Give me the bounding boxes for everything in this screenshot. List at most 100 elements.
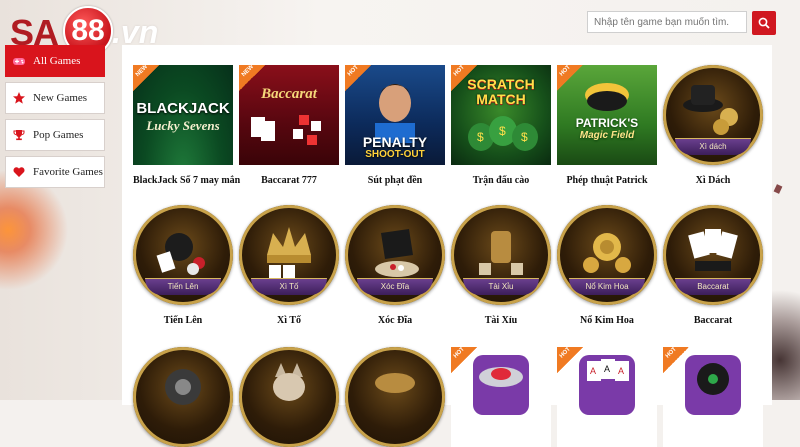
game-title: Tiến Lên — [163, 315, 203, 326]
game-thumbnail: Xì dách — [663, 65, 763, 165]
sidebar-item-label: All Games — [33, 55, 81, 67]
star-icon — [13, 92, 25, 104]
sidebar-item-label: New Games — [33, 92, 88, 104]
game-title: Sút phạt đền — [367, 175, 423, 186]
game-thumbnail: NEW Baccarat — [239, 65, 339, 165]
game-card-baccarat[interactable]: HOT Baccarat Baccarat — [663, 205, 763, 326]
game-card[interactable]: HOT — [133, 347, 233, 447]
hot-badge: HOT — [451, 65, 477, 91]
game-thumbnail: HOT — [663, 347, 763, 447]
hot-badge: HOT — [345, 65, 371, 91]
game-thumbnail: HOT — [133, 347, 233, 447]
hot-badge: HOT — [239, 205, 265, 231]
game-thumbnail: HOT Tài Xỉu — [451, 205, 551, 305]
game-title: Xóc Đĩa — [377, 315, 413, 326]
game-thumbnail: HOT PATRICK'S Magic Field — [557, 65, 657, 165]
svg-text:$: $ — [477, 130, 484, 144]
game-thumbnail: HOT Nổ Kim Hoa — [557, 205, 657, 305]
game-card-tai-xiu[interactable]: HOT Tài Xỉu Tài Xỉu — [451, 205, 551, 326]
thumbnail-subtitle: Lucky Sevens — [146, 118, 220, 133]
thumbnail-subtitle: Magic Field — [579, 130, 635, 141]
hot-badge: HOT — [451, 347, 477, 373]
game-card-xi-to[interactable]: HOT Xì Tố Xì Tố — [239, 205, 339, 326]
game-card[interactable]: HOT — [663, 347, 763, 447]
hot-badge: HOT — [133, 205, 159, 231]
sidebar-item-new-games[interactable]: New Games — [5, 82, 105, 114]
game-thumbnail: HOT A A A — [557, 347, 657, 447]
game-card[interactable]: HOT A A A — [557, 347, 657, 447]
svg-text:A: A — [618, 366, 624, 376]
hot-badge: HOT — [239, 347, 265, 373]
thumbnail-label: Tiến Lên — [145, 278, 221, 295]
hot-badge: HOT — [557, 65, 583, 91]
game-card-penalty-shootout[interactable]: HOT PENALTY SHOOT-OUT Sút phạt đền — [345, 65, 445, 186]
thumbnail-label: Xì Tố — [251, 278, 327, 295]
thumbnail-label: Nổ Kim Hoa — [569, 278, 645, 295]
thumbnail-title: BLACKJACK — [136, 100, 230, 117]
game-title: Baccarat — [693, 315, 733, 326]
game-title: Tài Xỉu — [484, 315, 518, 326]
thumbnail-label: Tài Xỉu — [463, 278, 539, 295]
game-thumbnail: HOT SCRATCH MATCH $ $ $ — [451, 65, 551, 165]
game-title: BlackJack Số 7 may mắn — [133, 175, 241, 186]
game-card-patricks-magic-field[interactable]: HOT PATRICK'S Magic Field Phép thuật Pat… — [557, 65, 657, 186]
game-title: Xì Dách — [695, 175, 731, 186]
decorative-chip — [773, 184, 783, 194]
game-card-xi-dach[interactable]: Xì dách Xì Dách — [663, 65, 763, 186]
svg-text:A: A — [604, 364, 610, 374]
svg-text:A: A — [590, 366, 596, 376]
hot-badge: HOT — [663, 205, 689, 231]
game-thumbnail: HOT Tiến Lên — [133, 205, 233, 305]
game-card[interactable]: HOT — [345, 347, 445, 447]
game-card[interactable]: HOT — [239, 347, 339, 447]
sidebar-item-favorite-games[interactable]: Favorite Games — [5, 156, 105, 188]
sidebar-item-all-games[interactable]: All Games — [5, 45, 105, 77]
thumbnail-label: Xóc Đĩa — [357, 278, 433, 295]
thumbnail-label: Baccarat — [675, 278, 751, 295]
game-thumbnail: HOT Baccarat — [663, 205, 763, 305]
game-card-blackjack-lucky-sevens[interactable]: NEW BLACKJACK Lucky Sevens BlackJack Số … — [133, 65, 241, 186]
game-thumbnail: HOT — [345, 347, 445, 447]
sidebar-item-pop-games[interactable]: Pop Games — [5, 119, 105, 151]
search-icon — [758, 17, 770, 29]
new-badge: NEW — [133, 65, 159, 91]
game-card-xoc-dia[interactable]: HOT Xóc Đĩa Xóc Đĩa — [345, 205, 445, 326]
thumbnail-title: PATRICK'S — [575, 116, 639, 130]
svg-text:$: $ — [499, 124, 506, 138]
new-badge: NEW — [239, 65, 265, 91]
game-thumbnail: HOT — [239, 347, 339, 447]
game-thumbnail: NEW BLACKJACK Lucky Sevens — [133, 65, 233, 165]
game-card-tien-len[interactable]: HOT Tiến Lên Tiến Lên — [133, 205, 233, 326]
game-title: Xì Tố — [277, 315, 301, 326]
game-title: Phép thuật Patrick — [566, 175, 648, 186]
sidebar-item-label: Pop Games — [33, 129, 84, 141]
thumbnail-subtitle: SHOOT-OUT — [365, 149, 425, 160]
hot-badge: HOT — [557, 347, 583, 373]
hot-badge: HOT — [133, 347, 159, 373]
game-card-no-kim-hoa[interactable]: HOT Nổ Kim Hoa Nổ Kim Hoa — [557, 205, 657, 326]
game-title: Nổ Kim Hoa — [580, 315, 634, 326]
thumbnail-title: PENALTY — [362, 134, 428, 150]
game-card-scratch-match[interactable]: HOT SCRATCH MATCH $ $ $ Trận đấu cào — [451, 65, 551, 186]
game-thumbnail: HOT — [451, 347, 551, 447]
search-button[interactable] — [752, 11, 776, 35]
hot-badge: HOT — [451, 205, 477, 231]
game-card[interactable]: HOT — [451, 347, 551, 447]
sidebar-nav: All Games New Games Pop Games Favorite G… — [5, 45, 105, 193]
game-card-baccarat-777[interactable]: NEW Baccarat Baccarat 777 — [239, 65, 339, 186]
sidebar-item-label: Favorite Games — [33, 166, 103, 178]
thumbnail-label: Xì dách — [675, 138, 751, 155]
hot-badge: HOT — [345, 205, 371, 231]
game-title: Trận đấu cào — [472, 175, 530, 186]
search-input[interactable] — [587, 11, 747, 33]
heart-icon — [13, 167, 25, 177]
game-thumbnail: HOT PENALTY SHOOT-OUT — [345, 65, 445, 165]
game-title: Baccarat 777 — [261, 175, 317, 186]
hot-badge: HOT — [345, 347, 371, 373]
game-grid: NEW BLACKJACK Lucky Sevens BlackJack Số … — [122, 45, 772, 447]
hot-badge: HOT — [557, 205, 583, 231]
game-thumbnail: HOT Xì Tố — [239, 205, 339, 305]
trophy-icon — [13, 130, 25, 141]
gamepad-icon — [13, 58, 25, 65]
game-thumbnail: HOT Xóc Đĩa — [345, 205, 445, 305]
